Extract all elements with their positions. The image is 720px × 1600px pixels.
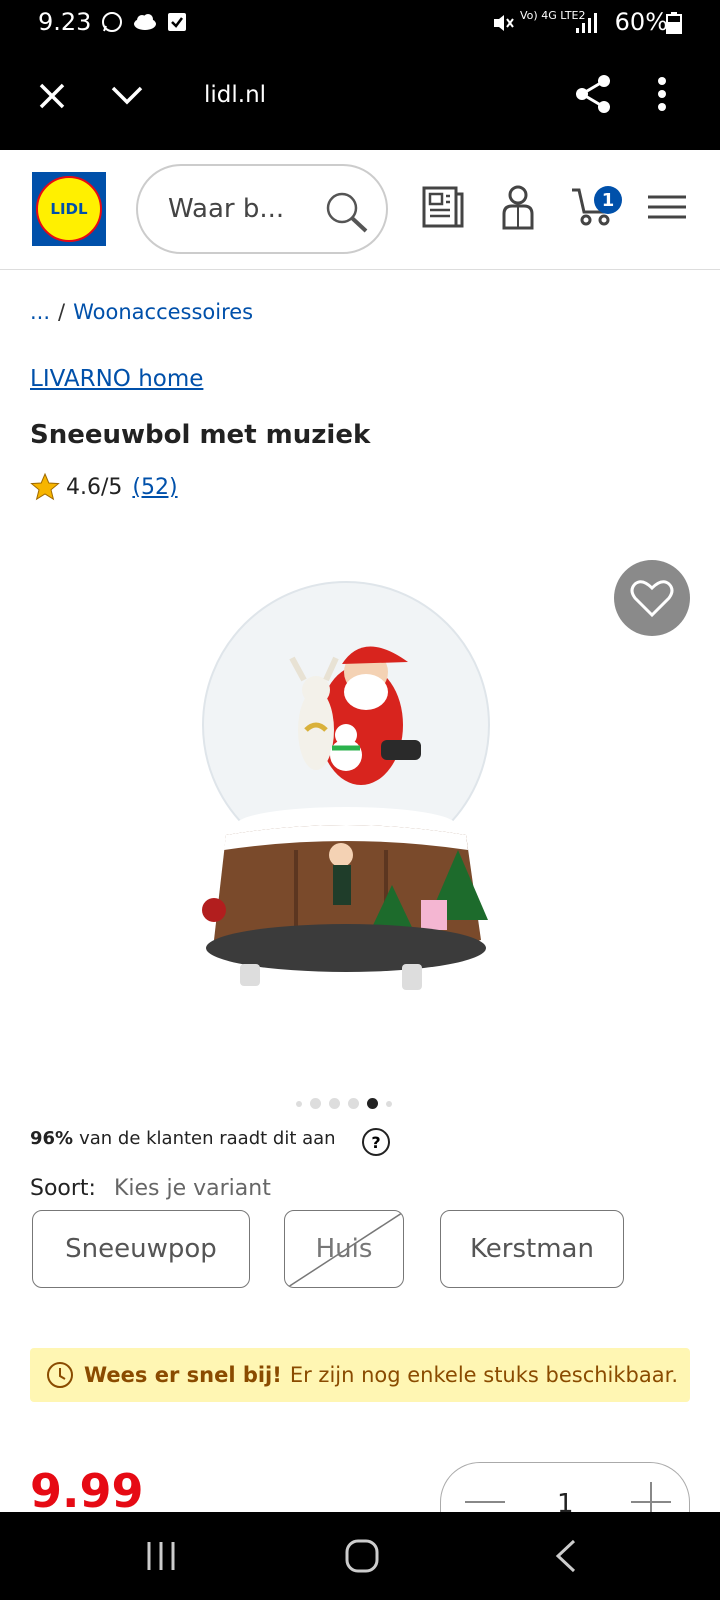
breadcrumb-category-link[interactable]: Woonaccessoires	[73, 300, 253, 324]
image-carousel-dots	[296, 1098, 392, 1109]
product-image[interactable]	[196, 580, 506, 1010]
status-notification-icons	[100, 10, 188, 34]
recent-apps-icon[interactable]	[146, 1540, 176, 1572]
recommend-percent: 96%	[30, 1128, 74, 1149]
more-options-icon[interactable]	[656, 76, 668, 112]
breadcrumb-ellipsis[interactable]: ...	[30, 300, 50, 324]
chevron-down-icon[interactable]	[110, 84, 144, 108]
browser-toolbar: lidl.nl	[0, 46, 720, 150]
breadcrumb: ... / Woonaccessoires	[30, 300, 253, 324]
favorite-button[interactable]	[614, 560, 690, 636]
recommend-text: van de klanten raadt dit aan	[79, 1128, 336, 1149]
notice-text: Er zijn nog enkele stuks beschikbaar.	[289, 1363, 679, 1387]
clock-icon	[47, 1362, 73, 1388]
back-icon[interactable]	[554, 1538, 578, 1574]
product-rating: 4.6/5 (52)	[30, 472, 178, 502]
search-placeholder: Waar b...	[168, 194, 285, 224]
review-count-link[interactable]: (52)	[132, 475, 177, 500]
status-time: 9.23	[38, 8, 92, 36]
whatsapp-icon	[102, 12, 122, 32]
carousel-dot[interactable]	[296, 1100, 302, 1107]
brand-link[interactable]: LIVARNO home	[30, 366, 203, 392]
rating-value: 4.6/5	[66, 474, 123, 500]
battery-percent: 60%	[614, 8, 668, 36]
carousel-dot[interactable]	[348, 1098, 359, 1109]
variant-option-sneeuwpop[interactable]: Sneeuwpop	[32, 1210, 250, 1288]
product-title: Sneeuwbol met muziek	[30, 420, 371, 450]
system-navigation-bar	[0, 1512, 720, 1600]
brochure-icon[interactable]	[420, 184, 464, 230]
stock-notice: Wees er snel bij! Er zijn nog enkele stu…	[30, 1348, 690, 1402]
battery-icon	[666, 12, 682, 34]
breadcrumb-separator: /	[58, 300, 66, 324]
variant-selector-label: Soort: Kies je variant	[30, 1176, 271, 1201]
carousel-dot[interactable]	[329, 1098, 340, 1109]
variant-option-huis-disabled: Huis	[284, 1210, 404, 1288]
unavailable-strike	[286, 1211, 403, 1287]
variant-label: Soort:	[30, 1176, 96, 1201]
share-icon[interactable]	[574, 74, 612, 114]
close-icon[interactable]	[38, 82, 66, 110]
carousel-dot[interactable]	[386, 1100, 392, 1107]
carousel-dot[interactable]	[310, 1098, 321, 1109]
checkbox-icon	[168, 13, 186, 31]
cart-count-badge: 1	[594, 186, 622, 214]
signal-icon	[576, 13, 597, 33]
logo-text: LIDL	[36, 176, 102, 242]
help-icon[interactable]: ?	[362, 1128, 390, 1156]
notice-strong: Wees er snel bij!	[84, 1363, 282, 1387]
home-icon[interactable]	[344, 1538, 380, 1574]
address-bar-url[interactable]: lidl.nl	[204, 82, 266, 108]
recommendation: 96% van de klanten raadt dit aan	[30, 1128, 336, 1149]
variant-hint: Kies je variant	[113, 1176, 271, 1201]
star-icon	[30, 472, 60, 501]
cloud-icon	[134, 14, 156, 30]
status-bar: 9.23 Vo) 4G LTE2 60%	[0, 0, 720, 46]
heart-icon	[630, 580, 674, 618]
price: 9.99	[30, 1464, 144, 1518]
search-input[interactable]: Waar b...	[136, 164, 388, 254]
variant-option-kerstman[interactable]: Kerstman	[440, 1210, 624, 1288]
decrease-quantity-button[interactable]	[465, 1501, 505, 1503]
user-icon[interactable]	[500, 184, 536, 230]
search-icon[interactable]	[324, 190, 370, 234]
mute-icon	[494, 15, 514, 31]
carousel-dot-active[interactable]	[367, 1098, 378, 1109]
hamburger-menu-icon[interactable]	[646, 194, 688, 220]
lidl-logo[interactable]: LIDL	[32, 172, 106, 246]
